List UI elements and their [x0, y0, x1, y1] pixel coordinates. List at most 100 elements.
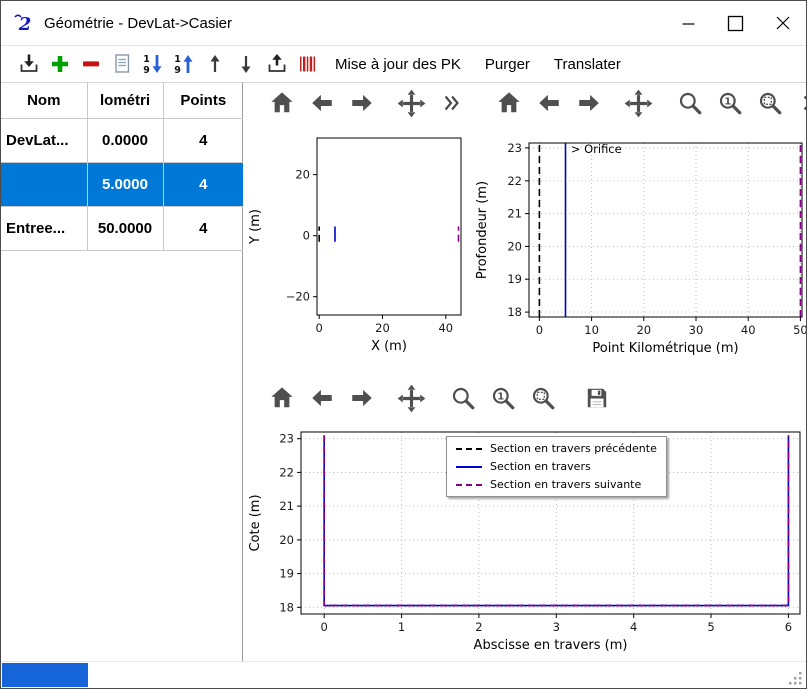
zoom-button[interactable]: [446, 381, 480, 415]
cell-points[interactable]: 4: [163, 206, 243, 250]
pan-icon: [397, 89, 426, 118]
barcode-icon: [296, 52, 320, 76]
arrow-up-icon: [203, 52, 227, 76]
pk-stripes-button[interactable]: [292, 49, 323, 79]
add-button[interactable]: [44, 49, 75, 79]
cell-pk[interactable]: 5.0000: [87, 162, 163, 206]
window-controls: [665, 1, 806, 45]
magnifier-icon: [450, 385, 476, 411]
home-icon: [269, 385, 295, 411]
svg-text:22: 22: [507, 174, 522, 188]
column-header-pk[interactable]: lométri: [87, 83, 163, 118]
copy-icon: [110, 52, 134, 76]
home-button[interactable]: [492, 86, 526, 120]
purge-button[interactable]: Purger: [473, 56, 542, 73]
back-button[interactable]: [305, 86, 339, 120]
move-up-button[interactable]: [199, 49, 230, 79]
close-button[interactable]: [759, 1, 806, 45]
home-icon: [496, 90, 522, 116]
zoom-region-button[interactable]: [526, 381, 560, 415]
svg-text:21: 21: [279, 499, 294, 513]
app-icon: 2: [13, 12, 35, 34]
svg-text:19: 19: [279, 567, 294, 581]
plan-plot-toolbar: [244, 83, 470, 123]
profile-chart[interactable]: 01020304050181920212223Point Kilométriqu…: [471, 123, 806, 371]
toolbar-overflow-button[interactable]: [793, 86, 807, 120]
move-down-button[interactable]: [230, 49, 261, 79]
forward-button[interactable]: [345, 381, 379, 415]
close-icon: [776, 16, 790, 30]
section-plot-panel: 0123456181920212223Abscisse en travers (…: [244, 378, 806, 661]
svg-text:40: 40: [438, 321, 453, 335]
svg-text:> Orifice: > Orifice: [571, 142, 622, 156]
cell-pk[interactable]: 50.0000: [87, 206, 163, 250]
table-row[interactable]: Entree... 50.0000 4: [1, 206, 243, 250]
home-button[interactable]: [265, 86, 299, 120]
main-toolbar: Mise à jour des PK Purger Translater: [1, 45, 806, 83]
magnifier-icon: [677, 90, 703, 116]
svg-text:20: 20: [279, 533, 294, 547]
magnifier-one-icon: [490, 385, 516, 411]
cell-points[interactable]: 4: [163, 118, 243, 162]
svg-text:X (m): X (m): [371, 339, 407, 354]
back-button[interactable]: [305, 381, 339, 415]
export-icon: [265, 52, 289, 76]
zoom-one-button[interactable]: [713, 86, 747, 120]
window-title: Géométrie - DevLat->Casier: [44, 15, 232, 32]
save-button[interactable]: [580, 381, 614, 415]
table-row[interactable]: DevLat... 0.0000 4: [1, 118, 243, 162]
table-row[interactable]: 5.0000 4: [1, 162, 243, 206]
cell-points[interactable]: 4: [163, 162, 243, 206]
pan-button[interactable]: [394, 381, 428, 415]
column-header-nom[interactable]: Nom: [1, 83, 87, 118]
cell-nom[interactable]: [1, 162, 87, 206]
forward-arrow-icon: [576, 90, 602, 116]
content: Nom lométri Points DevLat... 0.0000 4 5.…: [1, 83, 806, 661]
table-header-row: Nom lométri Points: [1, 83, 243, 118]
copy-button[interactable]: [106, 49, 137, 79]
svg-text:50: 50: [793, 323, 806, 337]
minimize-button[interactable]: [665, 1, 712, 45]
svg-text:2: 2: [18, 14, 32, 34]
sort-ascending-button[interactable]: [168, 49, 199, 79]
svg-text:22: 22: [279, 465, 294, 479]
sections-table: Nom lométri Points DevLat... 0.0000 4 5.…: [1, 83, 243, 251]
resize-grip[interactable]: [789, 671, 803, 685]
sort-descending-button[interactable]: [137, 49, 168, 79]
toolbar-overflow-button[interactable]: [434, 86, 468, 120]
svg-text:20: 20: [375, 321, 390, 335]
import-button[interactable]: [13, 49, 44, 79]
export-button[interactable]: [261, 49, 292, 79]
sort-ascending-icon: [172, 52, 196, 76]
zoom-region-button[interactable]: [753, 86, 787, 120]
cell-pk[interactable]: 0.0000: [87, 118, 163, 162]
maximize-button[interactable]: [712, 1, 759, 45]
svg-text:0: 0: [303, 229, 310, 243]
forward-button[interactable]: [345, 86, 379, 120]
profile-plot-panel: 01020304050181920212223Point Kilométriqu…: [471, 83, 806, 375]
zoom-one-button[interactable]: [486, 381, 520, 415]
home-button[interactable]: [265, 381, 299, 415]
import-icon: [17, 52, 41, 76]
svg-text:23: 23: [507, 141, 522, 155]
svg-text:21: 21: [507, 207, 522, 221]
plan-plot-panel: 02040−20020X (m)Y (m): [244, 83, 470, 375]
pan-icon: [397, 384, 426, 413]
forward-arrow-icon: [349, 90, 375, 116]
cell-nom[interactable]: Entree...: [1, 206, 87, 250]
column-header-points[interactable]: Points: [163, 83, 243, 118]
zoom-button[interactable]: [673, 86, 707, 120]
pan-button[interactable]: [394, 86, 428, 120]
cell-nom[interactable]: DevLat...: [1, 118, 87, 162]
remove-button[interactable]: [75, 49, 106, 79]
back-button[interactable]: [532, 86, 566, 120]
svg-text:0: 0: [316, 321, 323, 335]
table-body: DevLat... 0.0000 4 5.0000 4 Entree... 50…: [1, 118, 243, 250]
update-pk-button[interactable]: Mise à jour des PK: [323, 56, 473, 73]
pan-button[interactable]: [621, 86, 655, 120]
svg-text:23: 23: [279, 432, 294, 446]
magnifier-region-icon: [757, 90, 783, 116]
plan-chart[interactable]: 02040−20020X (m)Y (m): [244, 123, 470, 371]
forward-button[interactable]: [572, 86, 606, 120]
translate-button[interactable]: Translater: [542, 56, 633, 73]
